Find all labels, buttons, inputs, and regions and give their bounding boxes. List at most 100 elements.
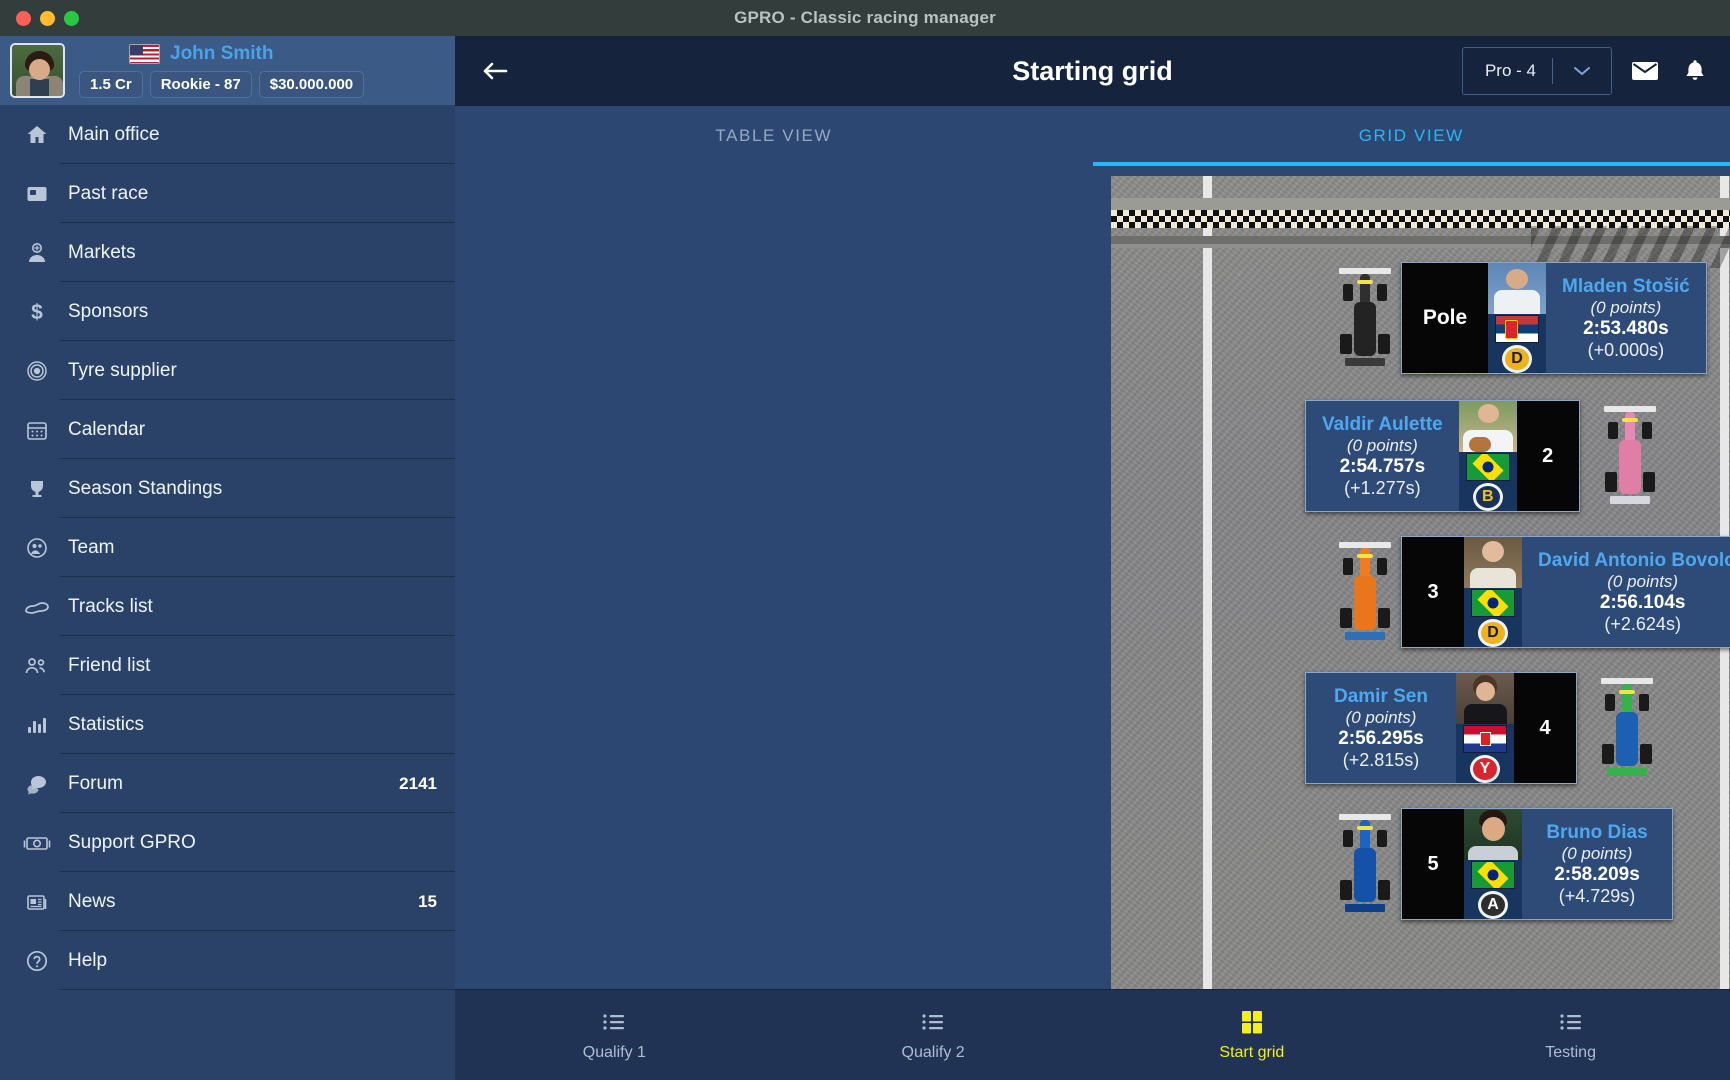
track-edge-left [1203, 176, 1212, 989]
driver-card-1[interactable]: Pole D Mladen Stošić (0 points) 2:53.480… [1401, 262, 1707, 374]
driver-card-4[interactable]: Damir Sen (0 points) 2:56.295s (+2.815s) [1305, 672, 1577, 784]
tab-grid-view[interactable]: GRID VIEW [1092, 106, 1730, 166]
sidebar-count: 15 [418, 891, 437, 911]
sidebar-label: Past race [68, 182, 149, 204]
tyre-badge: D [1502, 344, 1532, 374]
sidebar-item-season-standings[interactable]: Season Standings [0, 459, 455, 518]
driver-photo [1458, 401, 1517, 453]
app-window: GPRO - Classic racing manager John Smith [0, 0, 1730, 1080]
friends-icon [20, 651, 54, 681]
tab-table-view[interactable]: TABLE VIEW [455, 106, 1093, 166]
sidebar-item-forum[interactable]: Forum 2141 [0, 754, 455, 813]
sidebar-item-main-office[interactable]: Main office [0, 105, 455, 164]
bottom-nav-label: Start grid [1219, 1044, 1285, 1061]
profile-details: John Smith 1.5 Cr Rookie - 87 $30.000.00… [79, 43, 365, 98]
sidebar-label: Team [68, 536, 115, 558]
driver-info-2: Valdir Aulette (0 points) 2:54.757s (+1.… [1306, 401, 1459, 511]
starting-grid-view[interactable]: Pole D Mladen Stošić (0 points) 2:53.480… [455, 166, 1730, 989]
sidebar-item-help[interactable]: Help [0, 931, 455, 990]
sidebar-label: Forum [68, 772, 123, 794]
grid-slot-1[interactable]: Pole D Mladen Stošić (0 points) 2:53.480… [1329, 262, 1707, 374]
player-name: John Smith [170, 43, 274, 64]
grid-slot-5[interactable]: 5 A Bruno Dias (0 points) 2:58.209s (+4.… [1329, 808, 1673, 920]
grid-slot-4[interactable]: Damir Sen (0 points) 2:56.295s (+2.815s) [1305, 672, 1663, 784]
driver-card-3[interactable]: 3 D David Antonio Bovolon (0 points) 2:5… [1401, 536, 1730, 648]
sidebar-item-friend-list[interactable]: Friend list [0, 636, 455, 695]
profile-header[interactable]: John Smith 1.5 Cr Rookie - 87 $30.000.00… [0, 36, 455, 105]
home-icon [20, 120, 54, 150]
sidebar-item-tracks-list[interactable]: Tracks list [0, 577, 455, 636]
window-title: GPRO - Classic racing manager [734, 8, 996, 27]
sidebar-item-past-race[interactable]: Past race [0, 164, 455, 223]
driver-points: (0 points) [1345, 707, 1417, 727]
car-4 [1591, 672, 1663, 784]
driver-info-5: Bruno Dias (0 points) 2:58.209s (+4.729s… [1522, 809, 1672, 919]
sidebar-nav: Main office Past race Markets $ Sponsors [0, 105, 455, 1080]
balance-chip: $30.000.000 [258, 71, 365, 98]
sidebar-label: Help [68, 949, 108, 971]
page-title: Starting grid [1012, 55, 1173, 86]
bottom-nav-start-grid[interactable]: Start grid [1093, 1008, 1412, 1062]
help-icon [20, 946, 54, 976]
money-icon [20, 828, 54, 858]
driver-card-5[interactable]: 5 A Bruno Dias (0 points) 2:58.209s (+4.… [1401, 808, 1673, 920]
sidebar-item-statistics[interactable]: Statistics [0, 695, 455, 754]
sidebar-item-news[interactable]: News 15 [0, 872, 455, 931]
driver-name: Valdir Aulette [1322, 413, 1443, 435]
bottom-nav-label: Qualify 1 [582, 1044, 646, 1061]
credits-chip: 1.5 Cr [79, 71, 143, 98]
sidebar-label: Sponsors [68, 300, 149, 322]
sidebar-label: Tracks list [68, 595, 153, 617]
driver-card-2[interactable]: Valdir Aulette (0 points) 2:54.757s (+1.… [1305, 400, 1580, 512]
position-badge-3: 3 [1402, 537, 1464, 647]
grid-slot-2[interactable]: Valdir Aulette (0 points) 2:54.757s (+1.… [1305, 400, 1666, 512]
bottom-nav-qualify-2[interactable]: Qualify 2 [774, 1008, 1093, 1062]
driver-identity-1: D [1488, 263, 1546, 374]
sidebar-item-team[interactable]: Team [0, 518, 455, 577]
view-tabs: TABLE VIEW GRID VIEW [455, 106, 1730, 166]
sidebar-item-support-gpro[interactable]: Support GPRO [0, 813, 455, 872]
sidebar-label: Season Standings [68, 477, 223, 499]
flag-united-states-icon [129, 44, 160, 64]
driver-points: (0 points) [1346, 435, 1418, 455]
bottom-nav-qualify-1[interactable]: Qualify 1 [455, 1008, 774, 1062]
sidebar-label: Tyre supplier [68, 359, 177, 381]
grid-icon [1238, 1008, 1266, 1036]
window-titlebar: GPRO - Classic racing manager [0, 0, 1730, 36]
car-5 [1329, 808, 1401, 920]
driver-identity-2: B [1458, 401, 1517, 512]
sidebar-item-calendar[interactable]: Calendar [0, 400, 455, 459]
sidebar-label: Main office [68, 123, 160, 145]
sidebar: John Smith 1.5 Cr Rookie - 87 $30.000.00… [0, 36, 455, 1080]
tyre-badge: A [1478, 890, 1508, 920]
mail-icon[interactable] [1628, 54, 1662, 88]
back-arrow-icon[interactable] [473, 49, 517, 93]
list-icon [920, 1008, 946, 1036]
driver-identity-5: A [1464, 809, 1522, 920]
driver-photo [1488, 263, 1546, 315]
flag-brazil-icon [1471, 861, 1515, 889]
driver-gap: (+4.729s) [1558, 885, 1636, 906]
league-select[interactable]: Pro - 4 [1461, 47, 1612, 95]
sidebar-item-markets[interactable]: Markets [0, 223, 455, 282]
dollar-icon: $ [20, 297, 54, 327]
driver-time: 2:56.295s [1338, 727, 1424, 749]
driver-time: 2:56.104s [1599, 591, 1686, 613]
bottom-nav-testing[interactable]: Testing [1411, 1008, 1730, 1062]
sidebar-label: Statistics [68, 713, 145, 735]
sidebar-item-sponsors[interactable]: $ Sponsors [0, 282, 455, 341]
driver-points: (0 points) [1607, 571, 1679, 591]
news-icon [20, 887, 54, 917]
trophy-icon [20, 474, 54, 504]
rank-chip: Rookie - 87 [149, 71, 252, 98]
driver-name: Bruno Dias [1546, 821, 1648, 843]
chevron-down-icon[interactable] [1553, 65, 1611, 77]
bell-icon[interactable] [1678, 54, 1712, 88]
markets-icon [20, 238, 54, 268]
driver-time: 2:54.757s [1339, 455, 1426, 477]
team-icon [20, 533, 54, 563]
sidebar-item-tyre-supplier[interactable]: Tyre supplier [0, 341, 455, 400]
grid-slot-3[interactable]: 3 D David Antonio Bovolon (0 points) 2:5… [1329, 536, 1730, 648]
tyre-badge: B [1472, 482, 1503, 512]
sidebar-label: Friend list [68, 654, 151, 676]
